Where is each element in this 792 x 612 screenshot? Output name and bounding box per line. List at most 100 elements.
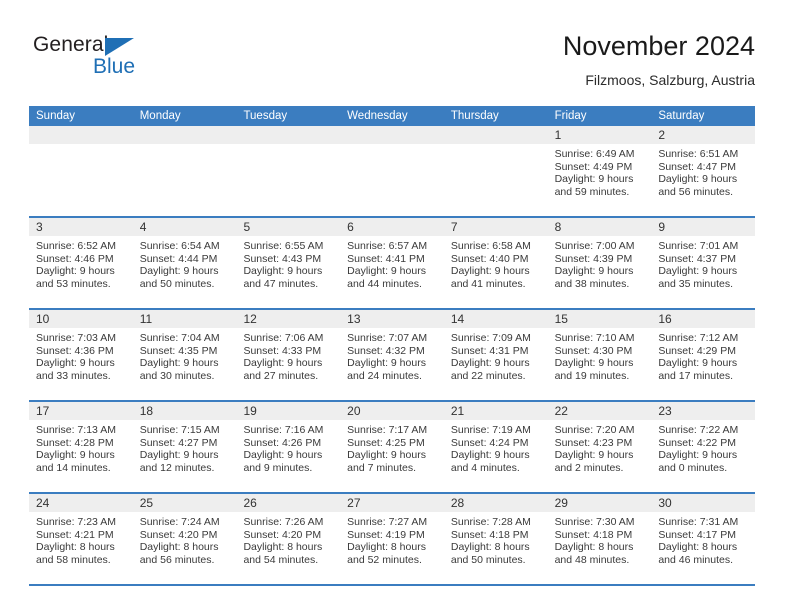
day-number: 14 [450, 312, 465, 326]
calendar-day-cell[interactable]: 21 Sunrise: 7:19 AM Sunset: 4:24 PM Dayligh… [443, 402, 548, 492]
sunset-time: Sunset: 4:37 PM [658, 252, 736, 265]
sunset-time: Sunset: 4:43 PM [243, 252, 322, 265]
sunrise-time: Sunrise: 7:31 AM [658, 516, 739, 528]
calendar-day-cell[interactable]: 29 Sunrise: 7:30 AM Sunset: 4:18 PM Dayligh… [547, 494, 652, 584]
day-number-band [443, 126, 548, 144]
daylight-duration-line2: and 19 minutes. [554, 369, 630, 382]
sunset-time: Sunset: 4:41 PM [347, 252, 425, 265]
day-details: Sunrise: 6:49 AM Sunset: 4:49 PM Daylight:… [548, 144, 652, 198]
day-number: 5 [243, 220, 251, 234]
sunset-time: Sunset: 4:46 PM [36, 252, 114, 265]
day-number: 4 [139, 220, 147, 234]
daylight-duration-line1: Daylight: 9 hours [243, 265, 323, 278]
daylight-duration-line1: Daylight: 9 hours [450, 449, 530, 462]
calendar-day-cell[interactable]: 15 Sunrise: 7:10 AM Sunset: 4:30 PM Dayligh… [547, 310, 652, 400]
day-details: Sunrise: 7:12 AM Sunset: 4:29 PM Daylight:… [651, 328, 755, 382]
day-number: 12 [243, 312, 257, 326]
day-number: 2 [658, 128, 665, 142]
calendar-day-cell[interactable]: 30 Sunrise: 7:31 AM Sunset: 4:17 PM Dayligh… [651, 494, 756, 584]
calendar-grid: Sunday Monday Tuesday Wednesday Thursday… [29, 106, 756, 586]
day-number: 26 [243, 496, 257, 510]
day-number: 13 [347, 312, 361, 326]
day-number: 17 [36, 404, 50, 418]
calendar-day-cell[interactable]: 27 Sunrise: 7:27 AM Sunset: 4:19 PM Dayligh… [340, 494, 444, 584]
weekday-header-monday: Monday [139, 110, 181, 122]
daylight-duration-line2: and 35 minutes. [658, 277, 734, 290]
calendar-day-cell[interactable]: 3 Sunrise: 6:52 AM Sunset: 4:46 PM Daylight… [29, 218, 133, 308]
calendar-day-cell[interactable]: 12 Sunrise: 7:06 AM Sunset: 4:33 PM Dayligh… [236, 310, 341, 400]
day-details: Sunrise: 7:31 AM Sunset: 4:17 PM Daylight:… [651, 512, 755, 566]
sunset-time: Sunset: 4:17 PM [658, 528, 736, 541]
sunrise-time: Sunrise: 7:13 AM [36, 424, 116, 436]
daylight-duration-line2: and 12 minutes. [139, 461, 215, 474]
calendar-day-cell[interactable]: 2 Sunrise: 6:51 AM Sunset: 4:47 PM Daylight… [651, 126, 756, 216]
daylight-duration-line2: and 58 minutes. [36, 553, 111, 566]
calendar-day-cell[interactable]: 23 Sunrise: 7:22 AM Sunset: 4:22 PM Dayligh… [651, 402, 756, 492]
calendar-day-cell[interactable]: 10 Sunrise: 7:03 AM Sunset: 4:36 PM Dayligh… [29, 310, 133, 400]
day-details: Sunrise: 6:54 AM Sunset: 4:44 PM Daylight:… [133, 236, 237, 290]
sunset-time: Sunset: 4:27 PM [139, 436, 218, 449]
calendar-day-cell[interactable]: 6 Sunrise: 6:57 AM Sunset: 4:41 PM Daylight… [340, 218, 444, 308]
weekday-header-friday: Friday [554, 110, 587, 122]
day-details: Sunrise: 6:52 AM Sunset: 4:46 PM Daylight:… [29, 236, 133, 290]
page-title: November 2024 [562, 31, 755, 61]
calendar-day-cell[interactable]: 25 Sunrise: 7:24 AM Sunset: 4:20 PM Dayligh… [132, 494, 237, 584]
daylight-duration-line2: and 56 minutes. [658, 185, 734, 198]
day-number-band: 19 [236, 402, 341, 420]
day-number-band [340, 126, 444, 144]
day-number-band: 15 [547, 310, 652, 328]
day-details: Sunrise: 7:17 AM Sunset: 4:25 PM Daylight:… [340, 420, 444, 474]
day-number: 10 [36, 312, 50, 326]
calendar-day-cell[interactable]: 26 Sunrise: 7:26 AM Sunset: 4:20 PM Dayligh… [236, 494, 341, 584]
daylight-duration-line1: Daylight: 9 hours [347, 357, 426, 370]
sunrise-time: Sunrise: 6:51 AM [658, 148, 739, 160]
calendar-day-cell[interactable]: 11 Sunrise: 7:04 AM Sunset: 4:35 PM Dayligh… [132, 310, 237, 400]
calendar-day-cell[interactable]: 1 Sunrise: 6:49 AM Sunset: 4:49 PM Daylight… [547, 126, 652, 216]
calendar-day-cell[interactable]: 22 Sunrise: 7:20 AM Sunset: 4:23 PM Dayligh… [547, 402, 652, 492]
daylight-duration-line2: and 0 minutes. [658, 461, 728, 474]
calendar-day-cell[interactable]: 8 Sunrise: 7:00 AM Sunset: 4:39 PM Daylight… [547, 218, 652, 308]
calendar-day-cell[interactable]: 17 Sunrise: 7:13 AM Sunset: 4:28 PM Dayligh… [29, 402, 133, 492]
day-number: 27 [347, 496, 361, 510]
day-number: 8 [554, 220, 562, 234]
calendar-day-cell[interactable]: 7 Sunrise: 6:58 AM Sunset: 4:40 PM Daylight… [443, 218, 548, 308]
calendar-day-cell[interactable]: 16 Sunrise: 7:12 AM Sunset: 4:29 PM Dayligh… [651, 310, 756, 400]
daylight-duration-line1: Daylight: 8 hours [139, 541, 219, 554]
day-details: Sunrise: 7:16 AM Sunset: 4:26 PM Daylight:… [236, 420, 340, 474]
sunset-time: Sunset: 4:49 PM [554, 160, 633, 173]
daylight-duration-line2: and 46 minutes. [658, 553, 734, 566]
day-details: Sunrise: 6:57 AM Sunset: 4:41 PM Daylight:… [340, 236, 444, 290]
calendar-day-cell[interactable]: 18 Sunrise: 7:15 AM Sunset: 4:27 PM Dayligh… [132, 402, 237, 492]
calendar-day-cell[interactable]: 28 Sunrise: 7:28 AM Sunset: 4:18 PM Dayligh… [443, 494, 548, 584]
day-number: 18 [139, 404, 154, 418]
calendar-day-cell[interactable]: 5 Sunrise: 6:55 AM Sunset: 4:43 PM Daylight… [236, 218, 341, 308]
day-number: 3 [36, 220, 43, 234]
calendar-day-cell[interactable]: 24 Sunrise: 7:23 AM Sunset: 4:21 PM Dayligh… [29, 494, 133, 584]
calendar-day-cell[interactable]: 19 Sunrise: 7:16 AM Sunset: 4:26 PM Dayligh… [236, 402, 341, 492]
calendar-day-cell[interactable]: 4 Sunrise: 6:54 AM Sunset: 4:44 PM Daylight… [132, 218, 237, 308]
daylight-duration-line2: and 27 minutes. [243, 369, 319, 382]
daylight-duration-line1: Daylight: 8 hours [243, 541, 323, 554]
calendar-day-cell-empty [29, 126, 133, 216]
day-details: Sunrise: 7:13 AM Sunset: 4:28 PM Daylight:… [29, 420, 133, 474]
daylight-duration-line1: Daylight: 9 hours [658, 265, 738, 278]
calendar-day-cell[interactable]: 9 Sunrise: 7:01 AM Sunset: 4:37 PM Daylight… [651, 218, 756, 308]
calendar-day-cell[interactable]: 20 Sunrise: 7:17 AM Sunset: 4:25 PM Dayligh… [340, 402, 444, 492]
daylight-duration-line1: Daylight: 9 hours [139, 357, 219, 370]
daylight-duration-line2: and 50 minutes. [450, 553, 526, 566]
sunrise-time: Sunrise: 7:15 AM [139, 424, 220, 436]
daylight-duration-line1: Daylight: 8 hours [347, 541, 426, 554]
general-blue-logo[interactable]: General Blue [33, 33, 213, 89]
calendar-day-cell[interactable]: 14 Sunrise: 7:09 AM Sunset: 4:31 PM Dayligh… [443, 310, 548, 400]
sunset-time: Sunset: 4:20 PM [139, 528, 218, 541]
day-number-band: 9 [651, 218, 756, 236]
sunrise-time: Sunrise: 7:03 AM [36, 332, 116, 344]
day-number-band: 24 [29, 494, 133, 512]
calendar-day-cell[interactable]: 13 Sunrise: 7:07 AM Sunset: 4:32 PM Dayligh… [340, 310, 444, 400]
page-subtitle: Filzmoos, Salzburg, Austria [585, 72, 755, 88]
calendar-weeks: 1 Sunrise: 6:49 AM Sunset: 4:49 PM Daylight… [29, 126, 756, 584]
sunrise-time: Sunrise: 6:58 AM [450, 240, 531, 252]
daylight-duration-line2: and 9 minutes. [243, 461, 313, 474]
day-number: 1 [554, 128, 562, 142]
day-number-band: 4 [132, 218, 237, 236]
